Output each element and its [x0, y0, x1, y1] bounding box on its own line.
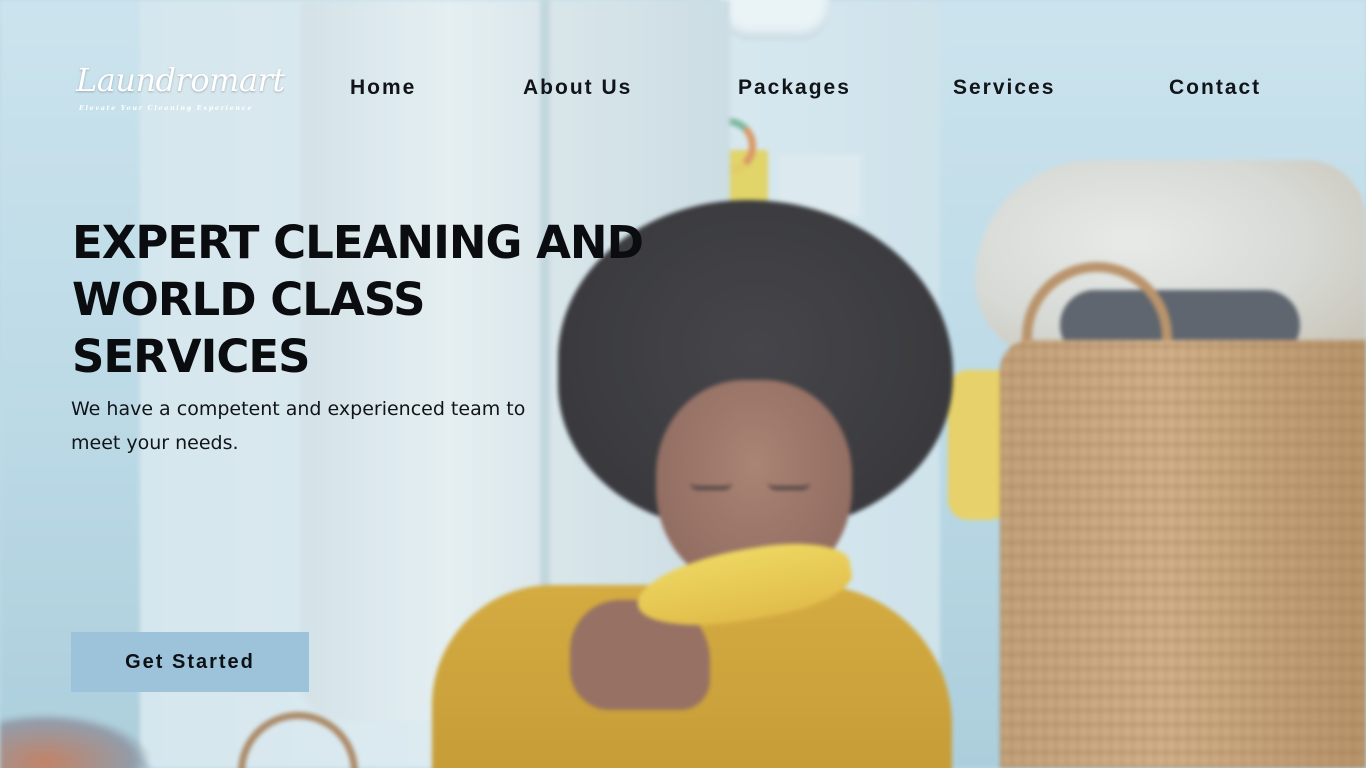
nav-link-about-us[interactable]: About Us — [523, 76, 632, 100]
hero-title: EXPERT CLEANING AND WORLD CLASS SERVICES — [72, 214, 692, 385]
logo-tagline: Elevate Your Cleaning Experience — [79, 104, 254, 112]
nav-link-home[interactable]: Home — [350, 76, 416, 100]
site-header: Laundromart Elevate Your Cleaning Experi… — [0, 0, 1366, 180]
get-started-button[interactable]: Get Started — [71, 632, 309, 692]
hero-title-line-3: SERVICES — [72, 330, 311, 383]
nav-link-contact[interactable]: Contact — [1169, 76, 1261, 100]
hero-subtitle: We have a competent and experienced team… — [71, 392, 571, 460]
nav-link-services[interactable]: Services — [953, 76, 1055, 100]
main-nav: Home About Us Packages Services Contact — [0, 76, 1366, 104]
hero-subtitle-line-1: We have a competent and experienced team… — [71, 398, 526, 420]
hero-title-line-2: WORLD CLASS — [72, 273, 426, 326]
hero-title-line-1: EXPERT CLEANING AND — [72, 216, 644, 269]
nav-link-packages[interactable]: Packages — [738, 76, 851, 100]
hero-subtitle-line-2: meet your needs. — [71, 432, 239, 454]
